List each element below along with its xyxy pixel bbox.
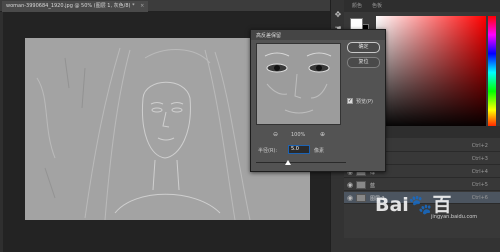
move-tool-icon[interactable]: ✥ xyxy=(333,10,343,20)
zoom-level: 100% xyxy=(291,132,306,138)
color-picker-field[interactable] xyxy=(376,16,486,129)
radius-label: 半径(R): xyxy=(258,148,278,154)
watermark-logo: Bai🐾百 xyxy=(375,194,452,216)
preview-label: 预览(P) xyxy=(356,99,373,105)
radius-unit: 像素 xyxy=(314,148,325,154)
document-tab[interactable]: woman-3990684_1920.jpg @ 50% (图层 1, 灰色/8… xyxy=(2,1,149,12)
photoshop-window: woman-3990684_1920.jpg @ 50% (图层 1, 灰色/8… xyxy=(0,0,500,252)
zoom-in-icon[interactable]: ⊕ xyxy=(320,131,325,138)
close-icon[interactable]: × xyxy=(140,3,144,9)
document-tab-label: woman-3990684_1920.jpg @ 50% (图层 1, 灰色/8… xyxy=(6,3,135,9)
radius-slider-track[interactable] xyxy=(256,162,346,163)
hue-slider[interactable] xyxy=(488,16,496,129)
layers-panel-footer xyxy=(344,238,500,252)
radius-slider-handle[interactable] xyxy=(284,160,291,165)
tab-swatches[interactable]: 色板 xyxy=(372,2,382,9)
reset-button[interactable]: 复位 xyxy=(347,57,380,68)
ok-button[interactable]: 确定 xyxy=(347,42,380,53)
dialog-title-bar[interactable]: 高反差保留 xyxy=(251,30,385,40)
preview-zoom-row: ⊖ 100% ⊕ xyxy=(256,131,341,139)
channel-shortcut: Ctrl+2 xyxy=(471,143,488,149)
tab-color[interactable]: 颜色 xyxy=(352,2,362,9)
watermark-url: jingyan.baidu.com xyxy=(431,214,478,220)
eye-icon[interactable]: ◉ xyxy=(347,194,353,202)
channel-shortcut: Ctrl+3 xyxy=(471,156,488,162)
eye-icon[interactable]: ◉ xyxy=(347,181,353,189)
color-panel-header: 颜色 色板 xyxy=(344,0,500,12)
channel-label: 蓝 xyxy=(370,183,376,189)
preview-image xyxy=(257,44,340,124)
channel-shortcut: Ctrl+4 xyxy=(471,169,488,175)
filter-preview[interactable] xyxy=(256,43,341,125)
radius-input[interactable]: 5.0 xyxy=(288,145,310,154)
high-pass-dialog: 高反差保留 ⊖ 100% ⊕ 半径(R): 5.0 像素 确定 复位 ✓ 预览(… xyxy=(250,29,386,172)
zoom-out-icon[interactable]: ⊖ xyxy=(273,131,278,138)
channel-thumbnail xyxy=(356,194,366,202)
document-tab-bar: woman-3990684_1920.jpg @ 50% (图层 1, 灰色/8… xyxy=(0,0,330,12)
channel-thumbnail xyxy=(356,181,366,189)
dialog-title: 高反差保留 xyxy=(256,33,282,39)
channel-shortcut: Ctrl+5 xyxy=(471,182,488,188)
preview-checkbox[interactable]: ✓ xyxy=(347,98,353,104)
radius-row: 半径(R): 5.0 像素 xyxy=(256,145,346,155)
baidu-watermark: Bai🐾百 jingyan.baidu.com xyxy=(375,190,485,222)
radius-slider[interactable] xyxy=(256,159,346,167)
left-toolbar-edge xyxy=(0,12,3,252)
